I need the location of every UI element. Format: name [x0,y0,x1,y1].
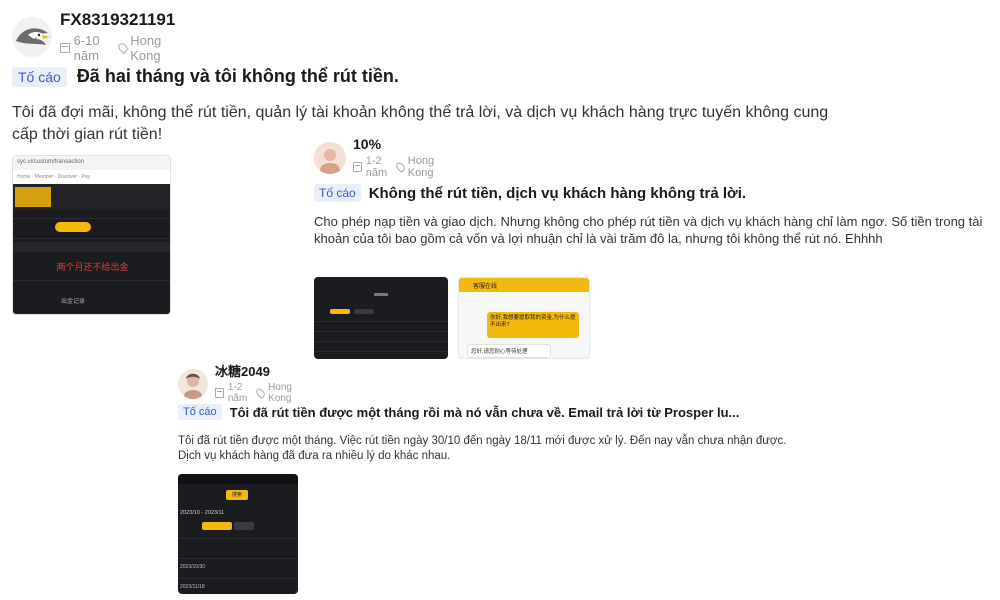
post-title[interactable]: Đã hai tháng và tôi không thể rút tiền. [77,66,399,87]
date-range: 2023/10 - 2023/11 [180,510,225,516]
post-title-row[interactable]: Tố cáo Không thể rút tiền, dịch vụ khách… [314,184,994,202]
author-meta: 6-10 năm Hong Kong [60,33,175,63]
app-screen: 两个月还不给出金 出金记录 [13,184,170,314]
experience-text: 1-2 năm [365,155,388,179]
post-title-row[interactable]: Tố cáo Tôi đã rút tiền được một tháng rồ… [178,404,798,420]
location-icon [254,386,267,400]
experience-text: 1-2 năm [227,382,248,404]
username[interactable]: 10% [353,136,442,153]
post-title[interactable]: Tôi đã rút tiền được một tháng rồi mà nó… [230,405,740,420]
username[interactable]: FX8319321191 [60,10,175,30]
author-row: 冰糖2049 1-2 năm Hong Kong [178,364,299,404]
chat-bubble-user: 你好,我想要提取我的资金,为什么提不出来? [487,312,579,338]
complaint-badge: Tố cáo [314,184,361,202]
complaint-badge: Tố cáo [12,66,67,87]
user-avatar[interactable] [314,141,346,174]
complaint-badge: Tố cáo [178,404,222,420]
footer-label: 出金记录 [61,299,86,305]
author-row: 10% 1-2 năm Hong Kong [314,136,442,179]
location-text: Hong Kong [268,382,292,404]
chat-bubble-agent: 您好,请您耐心等待处理 [467,344,551,358]
experience-text: 6-10 năm [73,33,100,63]
location-icon [394,161,407,173]
user-avatar[interactable] [178,369,208,399]
url-bar: syc.vi/custom/transaction [13,156,170,170]
location-icon [116,41,129,55]
eagle-avatar[interactable] [12,16,52,57]
calendar-icon [60,43,70,53]
location-text: Hong Kong [130,33,162,63]
red-notice: 两个月还不给出金 [56,262,129,272]
location-text: Hong Kong [407,155,435,179]
post-image[interactable] [314,277,448,359]
calendar-icon [353,162,362,172]
author-meta: 1-2 năm Hong Kong [215,382,299,404]
username[interactable]: 冰糖2049 [215,364,299,380]
table-row: 2023/10/30 [180,564,206,570]
table-row: 2023/11/18 [180,584,205,590]
post-image[interactable]: syc.vi/custom/transaction Home · Member … [12,155,171,315]
bookmark-bar: Home · Member · Discover · Pay [13,170,170,184]
post-title[interactable]: Không thể rút tiền, dịch vụ khách hàng k… [369,185,746,202]
author-meta: 1-2 năm Hong Kong [353,155,442,179]
author-row: FX8319321191 6-10 năm Hong Kong [12,10,175,63]
chat-header: 客服在线 [459,278,589,292]
post-body: Cho phép nạp tiền và giao dịch. Nhưng kh… [314,214,983,246]
post-image[interactable]: 搜索 2023/10 - 2023/11 2023/10/30 2023/11/… [178,474,298,594]
post-title-row[interactable]: Tố cáo Đã hai tháng và tôi không thể rút… [12,66,832,87]
calendar-icon [215,388,224,398]
post-body: Tôi đã rút tiền được một tháng. Việc rút… [178,435,787,462]
search-button: 搜索 [226,490,248,500]
post-image[interactable]: 客服在线 你好,我想要提取我的资金,为什么提不出来? 您好,请您耐心等待处理 [458,277,590,359]
